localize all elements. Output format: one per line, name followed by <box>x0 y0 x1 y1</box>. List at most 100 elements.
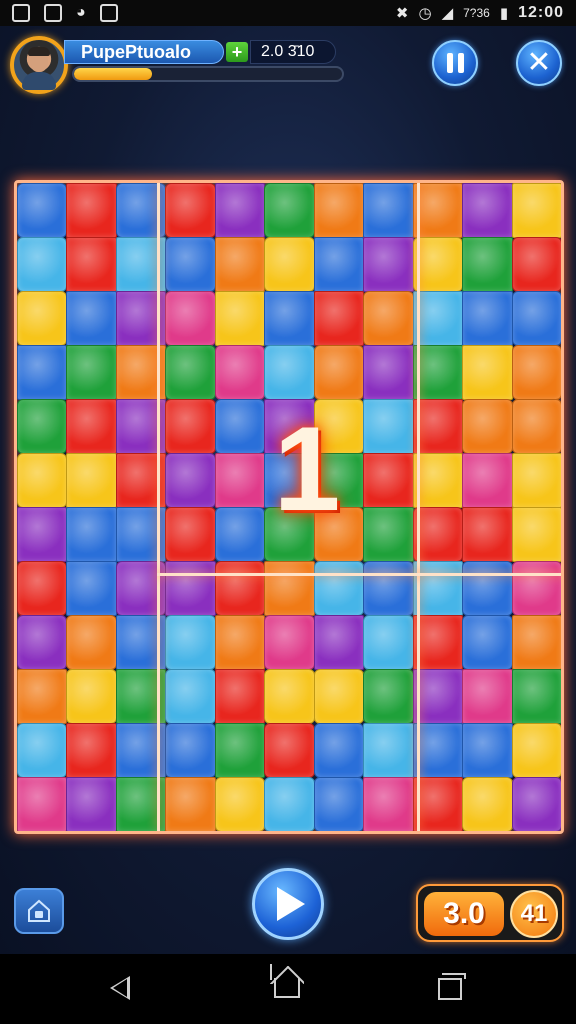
puzzle-piece[interactable] <box>363 399 414 454</box>
puzzle-piece[interactable] <box>511 399 561 454</box>
puzzle-piece[interactable] <box>462 507 513 562</box>
puzzle-piece[interactable] <box>214 345 266 400</box>
puzzle-piece[interactable] <box>462 723 513 778</box>
back-icon[interactable] <box>110 976 130 1000</box>
puzzle-piece[interactable] <box>412 345 464 400</box>
puzzle-piece[interactable] <box>165 291 216 346</box>
lock-button[interactable] <box>14 888 64 934</box>
player-avatar[interactable] <box>10 36 68 94</box>
puzzle-piece[interactable] <box>313 183 365 238</box>
puzzle-piece[interactable] <box>363 669 414 724</box>
puzzle-piece[interactable] <box>313 345 365 400</box>
puzzle-piece[interactable] <box>363 183 414 238</box>
puzzle-piece[interactable] <box>214 183 266 238</box>
puzzle-piece[interactable] <box>165 183 216 238</box>
puzzle-piece[interactable] <box>214 237 266 292</box>
puzzle-piece[interactable] <box>313 561 365 616</box>
puzzle-piece[interactable] <box>66 561 117 616</box>
puzzle-piece[interactable] <box>511 183 561 238</box>
puzzle-piece[interactable] <box>17 237 68 292</box>
puzzle-piece[interactable] <box>412 615 464 670</box>
puzzle-piece[interactable] <box>66 399 117 454</box>
puzzle-piece[interactable] <box>363 237 414 292</box>
puzzle-piece[interactable] <box>313 669 365 724</box>
puzzle-piece[interactable] <box>264 345 315 400</box>
puzzle-piece[interactable] <box>17 723 68 778</box>
recents-icon[interactable] <box>438 973 466 1000</box>
puzzle-piece[interactable] <box>412 399 464 454</box>
puzzle-piece[interactable] <box>363 561 414 616</box>
puzzle-piece[interactable] <box>412 561 464 616</box>
puzzle-piece[interactable] <box>264 183 315 238</box>
puzzle-piece[interactable] <box>412 507 464 562</box>
puzzle-piece[interactable] <box>214 723 266 778</box>
puzzle-piece[interactable] <box>363 453 414 508</box>
puzzle-piece[interactable] <box>511 723 561 778</box>
puzzle-piece[interactable] <box>264 561 315 616</box>
puzzle-piece[interactable] <box>66 237 117 292</box>
puzzle-piece[interactable] <box>214 669 266 724</box>
puzzle-piece[interactable] <box>165 237 216 292</box>
puzzle-piece[interactable] <box>165 561 216 616</box>
puzzle-piece[interactable] <box>17 183 68 238</box>
puzzle-board[interactable]: 1 <box>14 180 564 834</box>
puzzle-piece[interactable] <box>214 615 266 670</box>
puzzle-piece[interactable] <box>165 615 216 670</box>
puzzle-piece[interactable] <box>165 345 216 400</box>
puzzle-piece[interactable] <box>17 561 68 616</box>
puzzle-piece[interactable] <box>165 723 216 778</box>
puzzle-piece[interactable] <box>313 777 365 831</box>
puzzle-piece[interactable] <box>264 723 315 778</box>
puzzle-piece[interactable] <box>66 345 117 400</box>
puzzle-piece[interactable] <box>66 183 117 238</box>
puzzle-piece[interactable] <box>511 777 561 831</box>
puzzle-piece[interactable] <box>511 669 561 724</box>
close-button[interactable]: ✕ <box>516 40 562 86</box>
puzzle-piece[interactable] <box>66 723 117 778</box>
puzzle-piece[interactable] <box>462 561 513 616</box>
puzzle-piece[interactable] <box>462 345 513 400</box>
puzzle-piece[interactable] <box>165 453 216 508</box>
pause-button[interactable] <box>432 40 478 86</box>
puzzle-piece[interactable] <box>462 291 513 346</box>
puzzle-piece[interactable] <box>363 507 414 562</box>
puzzle-piece[interactable] <box>264 291 315 346</box>
puzzle-piece[interactable] <box>66 777 117 831</box>
puzzle-piece[interactable] <box>17 777 68 831</box>
puzzle-piece[interactable] <box>17 507 68 562</box>
puzzle-piece[interactable] <box>313 723 365 778</box>
puzzle-piece[interactable] <box>511 615 561 670</box>
puzzle-piece[interactable] <box>511 561 561 616</box>
puzzle-piece[interactable] <box>363 723 414 778</box>
add-coins-button[interactable]: + <box>226 42 248 62</box>
puzzle-piece[interactable] <box>363 615 414 670</box>
puzzle-piece[interactable] <box>412 183 464 238</box>
puzzle-piece[interactable] <box>412 237 464 292</box>
puzzle-piece[interactable] <box>412 669 464 724</box>
puzzle-piece[interactable] <box>363 291 414 346</box>
puzzle-piece[interactable] <box>462 669 513 724</box>
puzzle-piece[interactable] <box>511 453 561 508</box>
puzzle-piece[interactable] <box>17 669 68 724</box>
puzzle-piece[interactable] <box>66 669 117 724</box>
puzzle-piece[interactable] <box>66 615 117 670</box>
puzzle-piece[interactable] <box>313 615 365 670</box>
puzzle-piece[interactable] <box>462 453 513 508</box>
puzzle-piece[interactable] <box>17 399 68 454</box>
puzzle-piece[interactable] <box>462 399 513 454</box>
puzzle-piece[interactable] <box>66 453 117 508</box>
puzzle-piece[interactable] <box>17 615 68 670</box>
puzzle-piece[interactable] <box>165 777 216 831</box>
puzzle-piece[interactable] <box>17 345 68 400</box>
puzzle-piece[interactable] <box>511 291 561 346</box>
secondary-counter[interactable]: 41 <box>510 890 558 938</box>
puzzle-piece[interactable] <box>412 291 464 346</box>
puzzle-piece[interactable] <box>165 507 216 562</box>
puzzle-piece[interactable] <box>264 237 315 292</box>
puzzle-piece[interactable] <box>264 615 315 670</box>
puzzle-piece[interactable] <box>363 777 414 831</box>
puzzle-piece[interactable] <box>363 345 414 400</box>
puzzle-piece[interactable] <box>264 777 315 831</box>
puzzle-piece[interactable] <box>511 237 561 292</box>
puzzle-piece[interactable] <box>462 615 513 670</box>
